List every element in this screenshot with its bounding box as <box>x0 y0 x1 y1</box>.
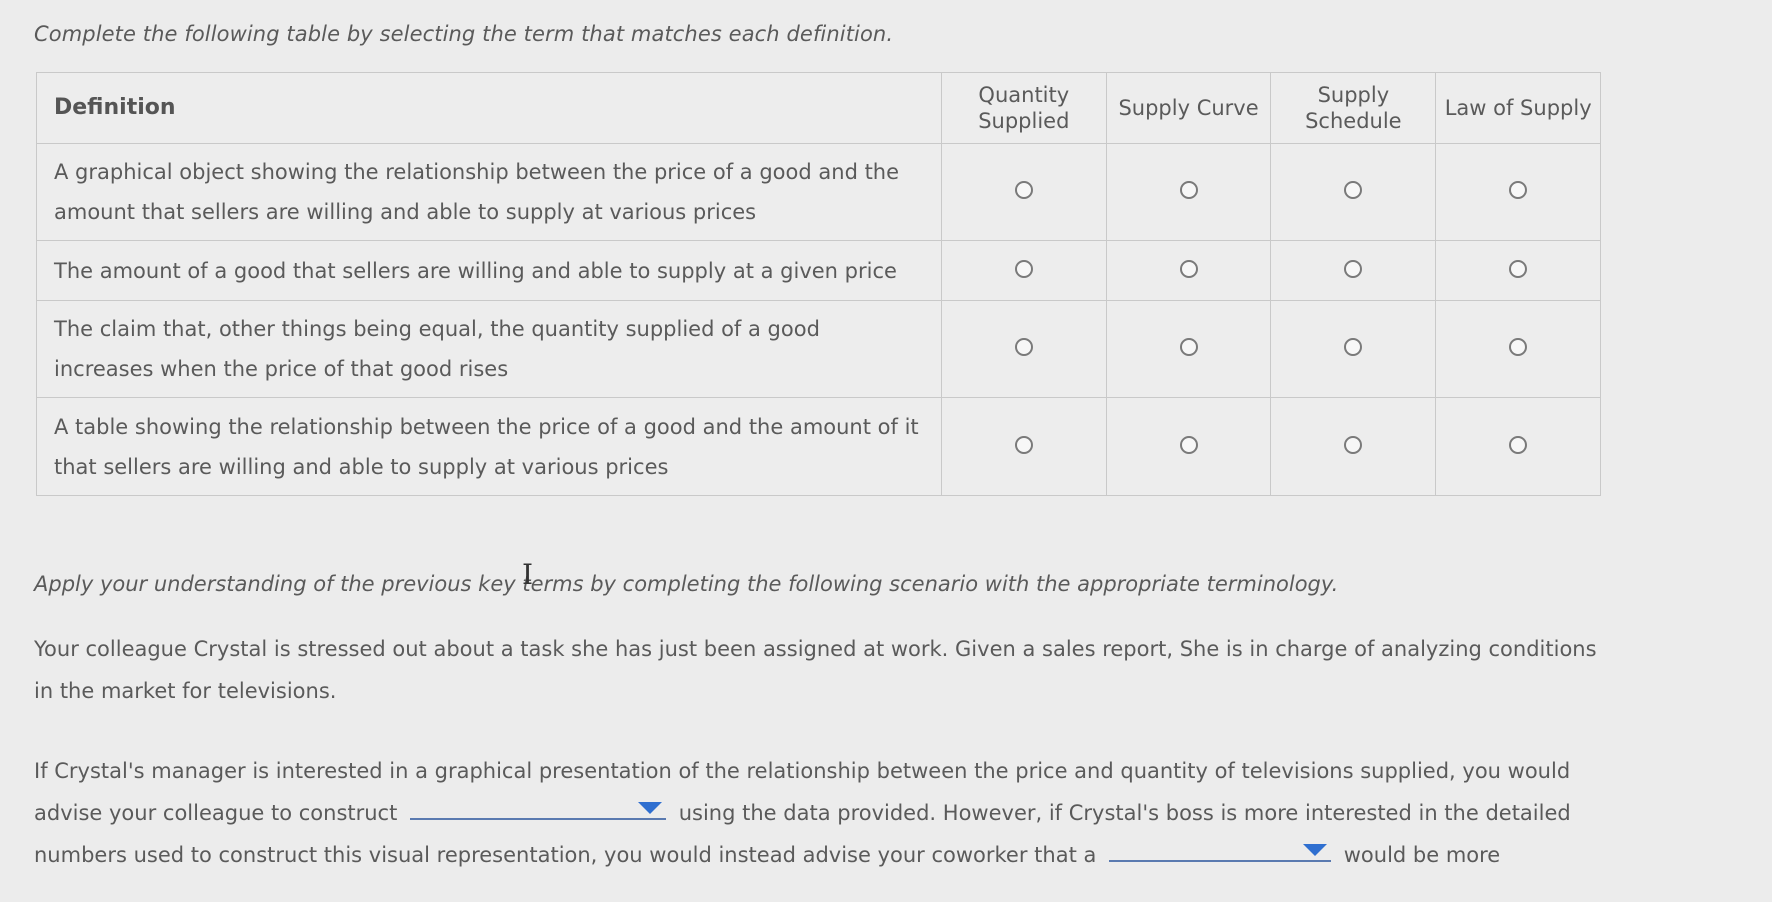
radio-button-icon[interactable] <box>1179 435 1198 454</box>
option-cell <box>1435 397 1601 496</box>
option-cell <box>1105 240 1272 301</box>
option-cell <box>1270 240 1437 301</box>
radio-button-icon[interactable] <box>1014 181 1033 199</box>
option-cell <box>1105 300 1272 398</box>
radio-button-icon[interactable] <box>1509 259 1528 278</box>
radio-button-icon[interactable] <box>1179 338 1198 356</box>
scenario-paragraph-2: If Crystal's manager is interested in a … <box>34 750 1614 876</box>
dropdown-arrow-icon[interactable] <box>638 802 663 814</box>
text-cursor-icon: I <box>522 558 534 591</box>
table-row: A table showing the relationship between… <box>36 397 1601 496</box>
radio-button-icon[interactable] <box>1344 259 1363 278</box>
option-cell <box>940 143 1107 241</box>
dropdown-arrow-icon[interactable] <box>1303 844 1328 856</box>
option-cell <box>940 300 1107 398</box>
definition-cell: A graphical object showing the relations… <box>36 143 942 241</box>
radio-button-icon[interactable] <box>1014 435 1033 454</box>
radio-button-icon[interactable] <box>1014 259 1033 278</box>
definition-cell: A table showing the relationship between… <box>36 397 942 496</box>
option-cell <box>1105 397 1272 496</box>
definition-cell: The amount of a good that sellers are wi… <box>36 240 942 301</box>
option-cell <box>1435 143 1601 241</box>
option-header-supply-curve: Supply Curve <box>1105 72 1272 144</box>
option-header-law-of-supply: Law of Supply <box>1435 72 1601 144</box>
option-cell <box>1270 300 1437 398</box>
table-row: A graphical object showing the relations… <box>36 143 1601 241</box>
radio-button-icon[interactable] <box>1344 435 1363 454</box>
radio-button-icon[interactable] <box>1179 181 1198 199</box>
option-cell <box>1435 240 1601 301</box>
term-dropdown-2[interactable] <box>1109 838 1332 862</box>
scenario-paragraph-1: Your colleague Crystal is stressed out a… <box>34 637 1597 703</box>
table-row: The amount of a good that sellers are wi… <box>36 240 1601 301</box>
option-cell <box>1435 300 1601 398</box>
option-cell <box>1105 143 1272 241</box>
table-row: The claim that, other things being equal… <box>36 300 1601 398</box>
radio-button-icon[interactable] <box>1014 338 1033 356</box>
matching-table: Definition Quantity Supplied Supply Curv… <box>36 72 1601 496</box>
radio-button-icon[interactable] <box>1509 435 1528 454</box>
radio-button-icon[interactable] <box>1179 259 1198 278</box>
definition-cell: The claim that, other things being equal… <box>36 300 942 398</box>
option-cell <box>1270 397 1437 496</box>
scenario-intro-text: Apply your understanding of the previous… <box>34 572 1339 596</box>
option-cell <box>940 240 1107 301</box>
radio-button-icon[interactable] <box>1344 338 1363 356</box>
option-header-quantity-supplied: Quantity Supplied <box>940 72 1107 144</box>
option-cell <box>940 397 1107 496</box>
radio-button-icon[interactable] <box>1344 181 1363 199</box>
table-header-row: Definition Quantity Supplied Supply Curv… <box>36 72 1601 144</box>
radio-button-icon[interactable] <box>1509 338 1528 356</box>
option-header-supply-schedule: Supply Schedule <box>1270 72 1437 144</box>
definition-header: Definition <box>36 72 942 144</box>
paragraph-2-text-part-3: would be more <box>1343 843 1501 867</box>
instructions-text: Complete the following table by selectin… <box>34 22 894 46</box>
term-dropdown-1[interactable] <box>410 796 667 820</box>
option-cell <box>1270 143 1437 241</box>
radio-button-icon[interactable] <box>1509 181 1528 199</box>
